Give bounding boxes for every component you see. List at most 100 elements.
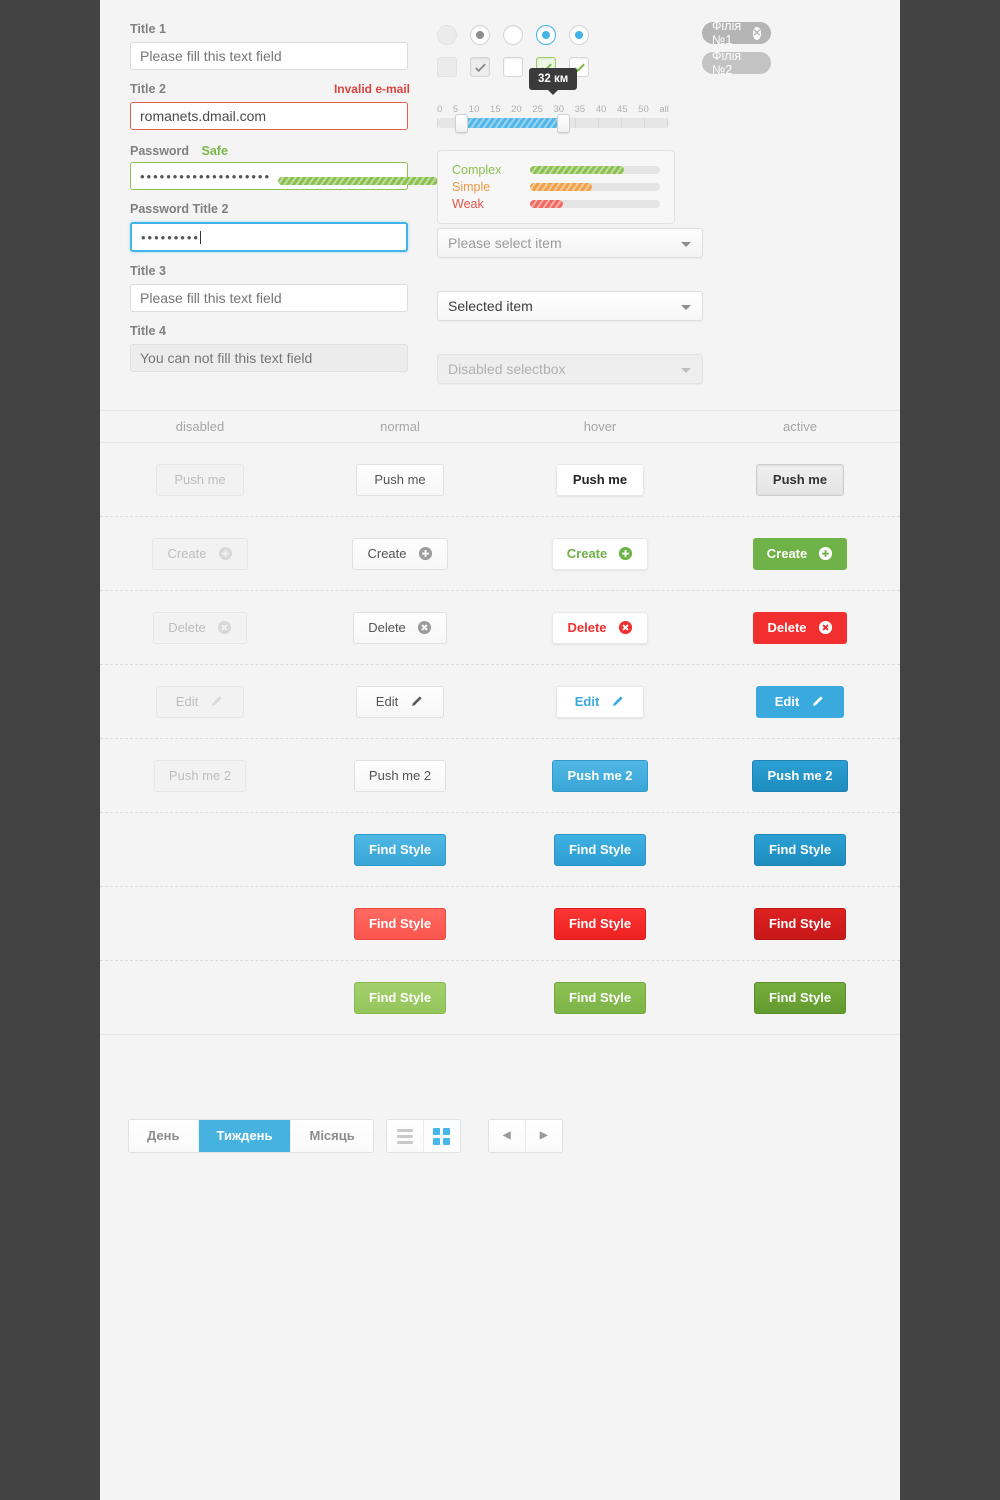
radio-checked[interactable] <box>569 25 589 45</box>
column-header-hover: hover <box>583 419 617 434</box>
label-password-2: Password Title 2 <box>130 202 229 216</box>
input-title-3[interactable] <box>130 284 408 312</box>
button-row-create: Create Create Create Create <box>100 517 900 591</box>
radio-unchecked[interactable] <box>503 25 523 45</box>
create-label: Create <box>766 546 808 561</box>
find-style-green-hover[interactable]: Find Style <box>553 981 647 1014</box>
slider-tick: 20 <box>511 104 522 115</box>
tag-item[interactable]: Філія №2 <box>702 49 772 77</box>
find-style-blue-active[interactable]: Find Style <box>753 833 847 866</box>
list-view-button[interactable] <box>386 1120 424 1152</box>
edit-label: Edit <box>175 694 199 709</box>
delete-button-normal[interactable]: Delete <box>353 611 447 644</box>
push-me-button-active[interactable]: Push me <box>756 463 844 496</box>
find-style-red-hover[interactable]: Find Style <box>553 907 647 940</box>
input-title-2[interactable] <box>130 102 408 130</box>
password-dots: •••••••••••••••••••• <box>140 169 272 184</box>
slider-tick: 15 <box>489 104 501 115</box>
select-selected[interactable]: Selected item <box>437 291 703 321</box>
prev-page-button[interactable]: ◀ <box>488 1120 526 1152</box>
radio-checked-grey[interactable] <box>470 25 490 45</box>
strength-row: Simple <box>452 179 660 195</box>
password-strength-bar <box>278 177 438 185</box>
push-me-button-hover[interactable]: Push me <box>556 463 644 496</box>
delete-label: Delete <box>767 620 807 635</box>
tab-week[interactable]: Тиждень <box>198 1120 292 1152</box>
checkbox-group <box>437 54 737 80</box>
create-label: Create <box>367 546 407 561</box>
find-style-red-normal[interactable]: Find Style <box>353 907 447 940</box>
input-title-1[interactable] <box>130 42 408 70</box>
create-button-hover[interactable]: Create <box>551 537 649 570</box>
close-icon[interactable]: ✕ <box>752 26 762 40</box>
select-placeholder[interactable]: Please select item <box>437 228 703 258</box>
find-style-green-normal[interactable]: Find Style <box>353 981 447 1014</box>
checkbox-checked-grey[interactable] <box>470 57 490 77</box>
delete-button-active[interactable]: Delete <box>753 611 847 644</box>
next-page-button[interactable]: ▶ <box>525 1120 562 1152</box>
push-me-2-button-normal[interactable]: Push me 2 <box>353 759 447 792</box>
label-title-2: Title 2 <box>130 82 166 96</box>
find-style-green-active[interactable]: Find Style <box>753 981 847 1014</box>
slider-handle-left[interactable] <box>455 114 468 133</box>
chevron-down-icon <box>681 368 691 373</box>
find-style-blue-normal[interactable]: Find Style <box>353 833 447 866</box>
column-header-active: active <box>783 419 817 434</box>
strength-bar <box>530 183 660 191</box>
field-password-2: Password Title 2 ••••••••• <box>130 202 410 252</box>
push-me-2-button-active[interactable]: Push me 2 <box>752 759 848 792</box>
check-icon <box>475 63 486 73</box>
field-title-1: Title 1 <box>130 22 410 70</box>
tag-item[interactable]: Філія №1 ✕ <box>702 19 772 47</box>
select-value: Please select item <box>448 235 562 251</box>
button-row-push-me: Push me Push me Push me Push me <box>100 443 900 517</box>
delete-button-disabled: Delete <box>153 611 247 644</box>
strength-name: Weak <box>452 197 484 211</box>
button-row-push-me-2: Push me 2 Push me 2 Push me 2 Push me 2 <box>100 739 900 813</box>
button-matrix: disabled normal hover active Push me Pus… <box>100 410 900 1035</box>
password-strength-bar-fill <box>278 177 438 185</box>
find-style-blue-hover[interactable]: Find Style <box>553 833 647 866</box>
range-slider[interactable]: 0 5 10 15 20 25 30 35 40 45 50 all 32 км <box>437 68 669 133</box>
edit-button-active[interactable]: Edit <box>756 685 844 718</box>
button-matrix-header: disabled normal hover active <box>100 411 900 443</box>
strength-bar <box>530 200 660 208</box>
push-me-2-button-hover[interactable]: Push me 2 <box>552 759 648 792</box>
push-me-button-normal[interactable]: Push me <box>356 463 444 496</box>
select-disabled: Disabled selectbox <box>437 354 703 384</box>
form-right-column: Філія №1 ✕ Філія №2 0 5 10 15 20 25 30 3… <box>437 19 772 384</box>
cross-circle-icon <box>818 620 832 635</box>
bottom-toolbar: День Тиждень Місяць ◀ ▶ <box>100 1035 900 1153</box>
slider-track[interactable] <box>437 114 669 133</box>
chevron-down-icon <box>681 305 691 310</box>
checkbox-unchecked[interactable] <box>503 57 523 77</box>
delete-label: Delete <box>368 620 406 635</box>
find-style-red-active[interactable]: Find Style <box>753 907 847 940</box>
button-row-edit: Edit Edit Edit Edit <box>100 665 900 739</box>
tab-day[interactable]: День <box>129 1120 199 1152</box>
slider-tick: 40 <box>595 104 607 115</box>
list-icon <box>396 1128 413 1144</box>
tag-label: Філія №1 <box>712 19 742 47</box>
label-title-3: Title 3 <box>130 264 166 278</box>
label-title-1: Title 1 <box>130 22 166 36</box>
push-me-button-disabled: Push me <box>156 463 244 496</box>
pencil-icon <box>412 696 422 706</box>
strength-row: Weak <box>452 196 660 212</box>
edit-button-hover[interactable]: Edit <box>556 685 644 718</box>
grid-view-button[interactable] <box>423 1120 460 1152</box>
delete-button-hover[interactable]: Delete <box>552 611 648 644</box>
create-button-normal[interactable]: Create <box>352 537 448 570</box>
create-label: Create <box>167 546 207 561</box>
slider-handle-right[interactable] <box>557 114 570 133</box>
radio-disabled <box>437 25 457 45</box>
create-button-active[interactable]: Create <box>752 537 848 570</box>
strength-name: Simple <box>452 180 491 194</box>
tab-month[interactable]: Місяць <box>291 1120 373 1152</box>
input-password-2[interactable]: ••••••••• <box>130 222 408 252</box>
edit-button-normal[interactable]: Edit <box>356 685 444 718</box>
pencil-icon <box>813 696 823 706</box>
input-password[interactable]: •••••••••••••••••••• <box>130 162 408 190</box>
radio-checked-focus[interactable] <box>536 25 556 45</box>
strength-row: Complex <box>452 162 660 178</box>
